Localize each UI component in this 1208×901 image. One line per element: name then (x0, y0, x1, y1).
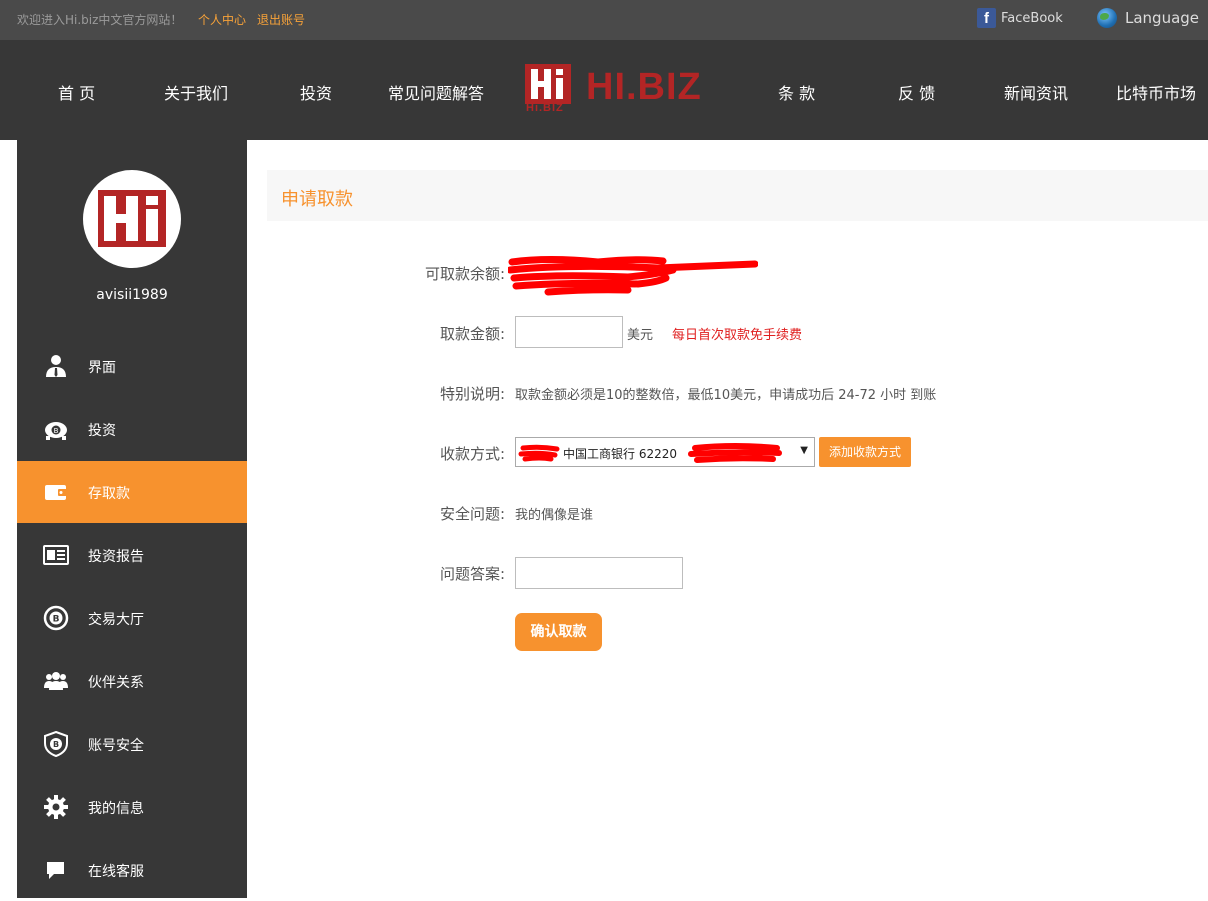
amount-label: 取款金额: (439, 325, 505, 343)
wallet-icon (45, 485, 67, 500)
nav-home[interactable]: 首 页 (58, 80, 95, 104)
sidebar-item-label: 存取款 (88, 486, 130, 502)
nav-invest[interactable]: 投资 (300, 80, 332, 104)
user-icon (46, 355, 66, 377)
nav-about[interactable]: 关于我们 (164, 80, 228, 104)
add-payment-method-button[interactable]: 添加收款方式 (819, 437, 911, 467)
confirm-withdraw-button[interactable]: 确认取款 (515, 613, 602, 651)
sidebar-item-deposit-withdraw[interactable]: 存取款 (17, 461, 247, 523)
facebook-icon[interactable]: f (977, 8, 996, 28)
logo-text[interactable]: HI.BIZ (586, 66, 702, 109)
nav-feedback[interactable]: 反 馈 (898, 80, 935, 104)
avatar-logo-icon (98, 190, 166, 247)
welcome-text: 欢迎进入Hi.biz中文官方网站！ (17, 13, 183, 27)
sidebar-item-label: 投资 (88, 423, 116, 439)
sidebar-item-partners[interactable]: 伙伴关系 (17, 650, 247, 712)
globe-icon[interactable] (1097, 8, 1117, 28)
sidebar-item-dashboard[interactable]: 界面 (17, 335, 247, 397)
facebook-link[interactable]: FaceBook (1001, 11, 1063, 26)
language-link[interactable]: Language (1125, 9, 1199, 27)
logout-link[interactable]: 退出账号 (257, 11, 305, 28)
page-title: 申请取款 (281, 189, 353, 210)
sidebar-item-account-security[interactable]: B 账号安全 (17, 713, 247, 775)
chat-icon (47, 862, 64, 879)
note-label: 特别说明: (439, 385, 505, 403)
redacted-account (518, 443, 782, 463)
bitcoin-exchange-icon: B (43, 605, 69, 631)
security-question: 我的偶像是谁 (515, 508, 594, 523)
sidebar: avisii1989 界面 B 投资 存取款 投资报告 B 交易大厅 伙伴关系 … (17, 140, 247, 898)
balance-label: 可取款余额: (424, 265, 505, 283)
panel-header: 申请取款 (267, 170, 1208, 221)
report-icon (43, 545, 69, 565)
note-text: 取款金额必须是10的整数倍，最低10美元，申请成功后 24-72 小时 到账 (515, 388, 937, 403)
top-bar: 欢迎进入Hi.biz中文官方网站！ 个人中心 退出账号 f FaceBook L… (0, 0, 1208, 40)
sidebar-item-my-info[interactable]: 我的信息 (17, 776, 247, 838)
amount-input[interactable] (515, 316, 623, 348)
redacted-balance (508, 256, 758, 296)
security-question-label: 安全问题: (439, 505, 505, 523)
logo-icon[interactable] (525, 64, 571, 104)
method-label: 收款方式: (439, 445, 505, 463)
username: avisii1989 (96, 287, 168, 303)
shield-icon: B (44, 731, 68, 757)
nav-terms[interactable]: 条 款 (778, 80, 815, 104)
personal-center-link[interactable]: 个人中心 (198, 11, 246, 28)
sidebar-item-label: 我的信息 (88, 801, 144, 817)
sidebar-item-label: 账号安全 (88, 738, 144, 754)
gear-icon (44, 795, 68, 819)
piggy-bank-icon: B (45, 422, 67, 440)
sidebar-item-invest[interactable]: B 投资 (17, 398, 247, 460)
sidebar-item-label: 投资报告 (88, 549, 144, 565)
fee-note: 每日首次取款免手续费 (672, 328, 803, 343)
logo-subtext: Hi.BIZ (526, 102, 564, 114)
svg-text:B: B (53, 740, 59, 749)
main-nav: 首 页 关于我们 投资 常见问题解答 Hi.BIZ HI.BIZ 条 款 反 馈… (0, 40, 1208, 140)
avatar (83, 170, 181, 268)
answer-label: 问题答案: (439, 565, 505, 583)
answer-input[interactable] (515, 557, 683, 589)
dropdown-arrow-icon: ▼ (800, 445, 808, 456)
sidebar-item-label: 在线客服 (88, 864, 144, 880)
sidebar-item-trading-hall[interactable]: B 交易大厅 (17, 587, 247, 649)
nav-bitcoin-market[interactable]: 比特币市场 (1116, 80, 1196, 104)
sidebar-item-label: 伙伴关系 (88, 675, 144, 691)
sidebar-item-online-service[interactable]: 在线客服 (17, 839, 247, 901)
nav-faq[interactable]: 常见问题解答 (388, 80, 484, 104)
sidebar-item-label: 交易大厅 (88, 612, 144, 628)
sidebar-item-report[interactable]: 投资报告 (17, 524, 247, 586)
svg-text:B: B (53, 615, 60, 625)
sidebar-item-label: 界面 (88, 360, 116, 376)
svg-text:B: B (54, 427, 59, 435)
nav-news[interactable]: 新闻资讯 (1004, 80, 1068, 104)
partners-icon (44, 672, 68, 690)
logo-hi-icon (531, 69, 563, 99)
amount-unit: 美元 (627, 328, 654, 343)
